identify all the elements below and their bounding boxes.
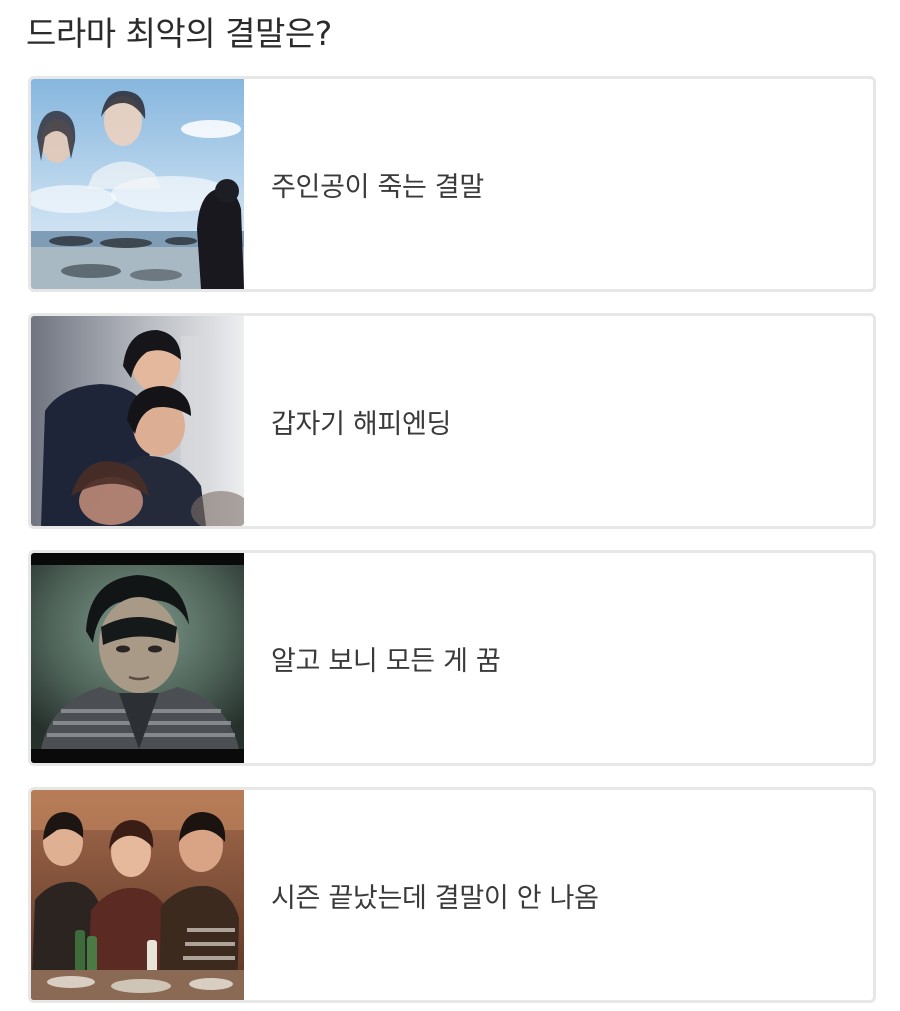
option-4-thumbnail xyxy=(31,790,244,1000)
answer-option-label: 주인공이 죽는 결말 xyxy=(271,171,484,203)
answer-option-label: 시즌 끝났는데 결말이 안 나옴 xyxy=(271,882,599,914)
photo-man-dark-screen-icon xyxy=(31,553,244,763)
answer-option-label: 갑자기 해피엔딩 xyxy=(271,408,452,440)
option-2-thumbnail xyxy=(31,316,244,526)
answer-option-2[interactable]: 갑자기 해피엔딩 xyxy=(28,313,876,529)
answer-option-3[interactable]: 알고 보니 모든 게 꿈 xyxy=(28,550,876,766)
photo-group-friends-icon xyxy=(31,790,244,1000)
photo-sky-faces-beach-icon xyxy=(31,79,244,289)
option-1-thumbnail xyxy=(31,79,244,289)
photo-people-hugging-icon xyxy=(31,316,244,526)
answer-option-4[interactable]: 시즌 끝났는데 결말이 안 나옴 xyxy=(28,787,876,1003)
option-3-thumbnail xyxy=(31,553,244,763)
answer-option-1[interactable]: 주인공이 죽는 결말 xyxy=(28,76,876,292)
answer-option-label: 알고 보니 모든 게 꿈 xyxy=(271,645,501,677)
answer-options-list: 주인공이 죽는 결말 갑자기 해피엔딩 알고 보니 모든 게 꿈 시즌 끝났는데… xyxy=(28,76,876,1003)
question-title: 드라마 최악의 결말은? xyxy=(26,14,332,53)
